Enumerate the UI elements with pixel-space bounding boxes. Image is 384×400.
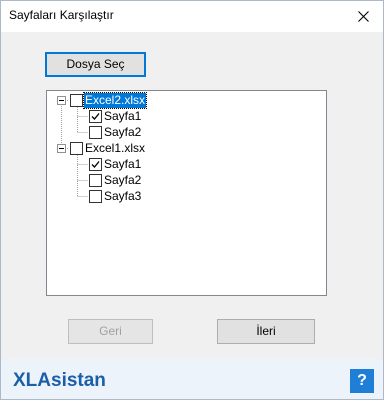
close-button[interactable] — [345, 1, 383, 32]
brand-logo-text: XLAsistan — [13, 370, 106, 391]
title-bar: Sayfaları Karşılaştır — [1, 1, 383, 32]
window-title: Sayfaları Karşılaştır — [9, 8, 114, 22]
tree-node-label[interactable]: Sayfa1 — [103, 157, 142, 172]
tree-node-excel1[interactable]: Excel1.xlsx — [47, 141, 187, 157]
checkmark-icon — [91, 113, 100, 120]
file-sheet-tree[interactable]: Excel2.xlsx Sayfa1 Sayfa2 Excel1.xlsx Sa… — [46, 90, 327, 296]
collapse-toggle-icon[interactable] — [57, 144, 66, 153]
checkmark-icon — [91, 161, 100, 168]
tree-node-excel2[interactable]: Excel2.xlsx — [47, 92, 187, 109]
collapse-toggle-icon[interactable] — [57, 96, 66, 105]
tree-node-excel1-sayfa1[interactable]: Sayfa1 — [47, 157, 187, 173]
next-button[interactable]: İleri — [217, 319, 315, 344]
tree-node-excel2-sayfa1[interactable]: Sayfa1 — [47, 109, 187, 125]
tree-node-label[interactable]: Sayfa1 — [103, 109, 142, 124]
help-button[interactable]: ? — [350, 369, 374, 393]
dialog-window: Sayfaları Karşılaştır Dosya Seç Excel2.x… — [0, 0, 384, 400]
tree-node-label[interactable]: Excel2.xlsx — [82, 92, 148, 109]
footer-bar: XLAsistan ? — [1, 359, 383, 399]
excel1-checkbox[interactable] — [70, 142, 83, 155]
tree-node-label[interactable]: Sayfa3 — [103, 189, 142, 204]
tree-node-excel1-sayfa3[interactable]: Sayfa3 — [47, 189, 187, 205]
sayfa2-checkbox[interactable] — [89, 126, 102, 139]
sayfa1-checkbox[interactable] — [89, 110, 102, 123]
sayfa1-checkbox[interactable] — [89, 158, 102, 171]
sayfa3-checkbox[interactable] — [89, 190, 102, 203]
select-file-button[interactable]: Dosya Seç — [45, 52, 146, 77]
excel2-checkbox[interactable] — [70, 94, 83, 107]
tree-node-excel1-sayfa2[interactable]: Sayfa2 — [47, 173, 187, 189]
sayfa2-checkbox[interactable] — [89, 174, 102, 187]
back-button[interactable]: Geri — [68, 319, 153, 344]
tree-node-label[interactable]: Sayfa2 — [103, 173, 142, 188]
tree-node-excel2-sayfa2[interactable]: Sayfa2 — [47, 125, 187, 141]
tree-node-label[interactable]: Excel1.xlsx — [84, 141, 146, 156]
tree-node-label[interactable]: Sayfa2 — [103, 125, 142, 140]
close-icon — [358, 11, 369, 22]
